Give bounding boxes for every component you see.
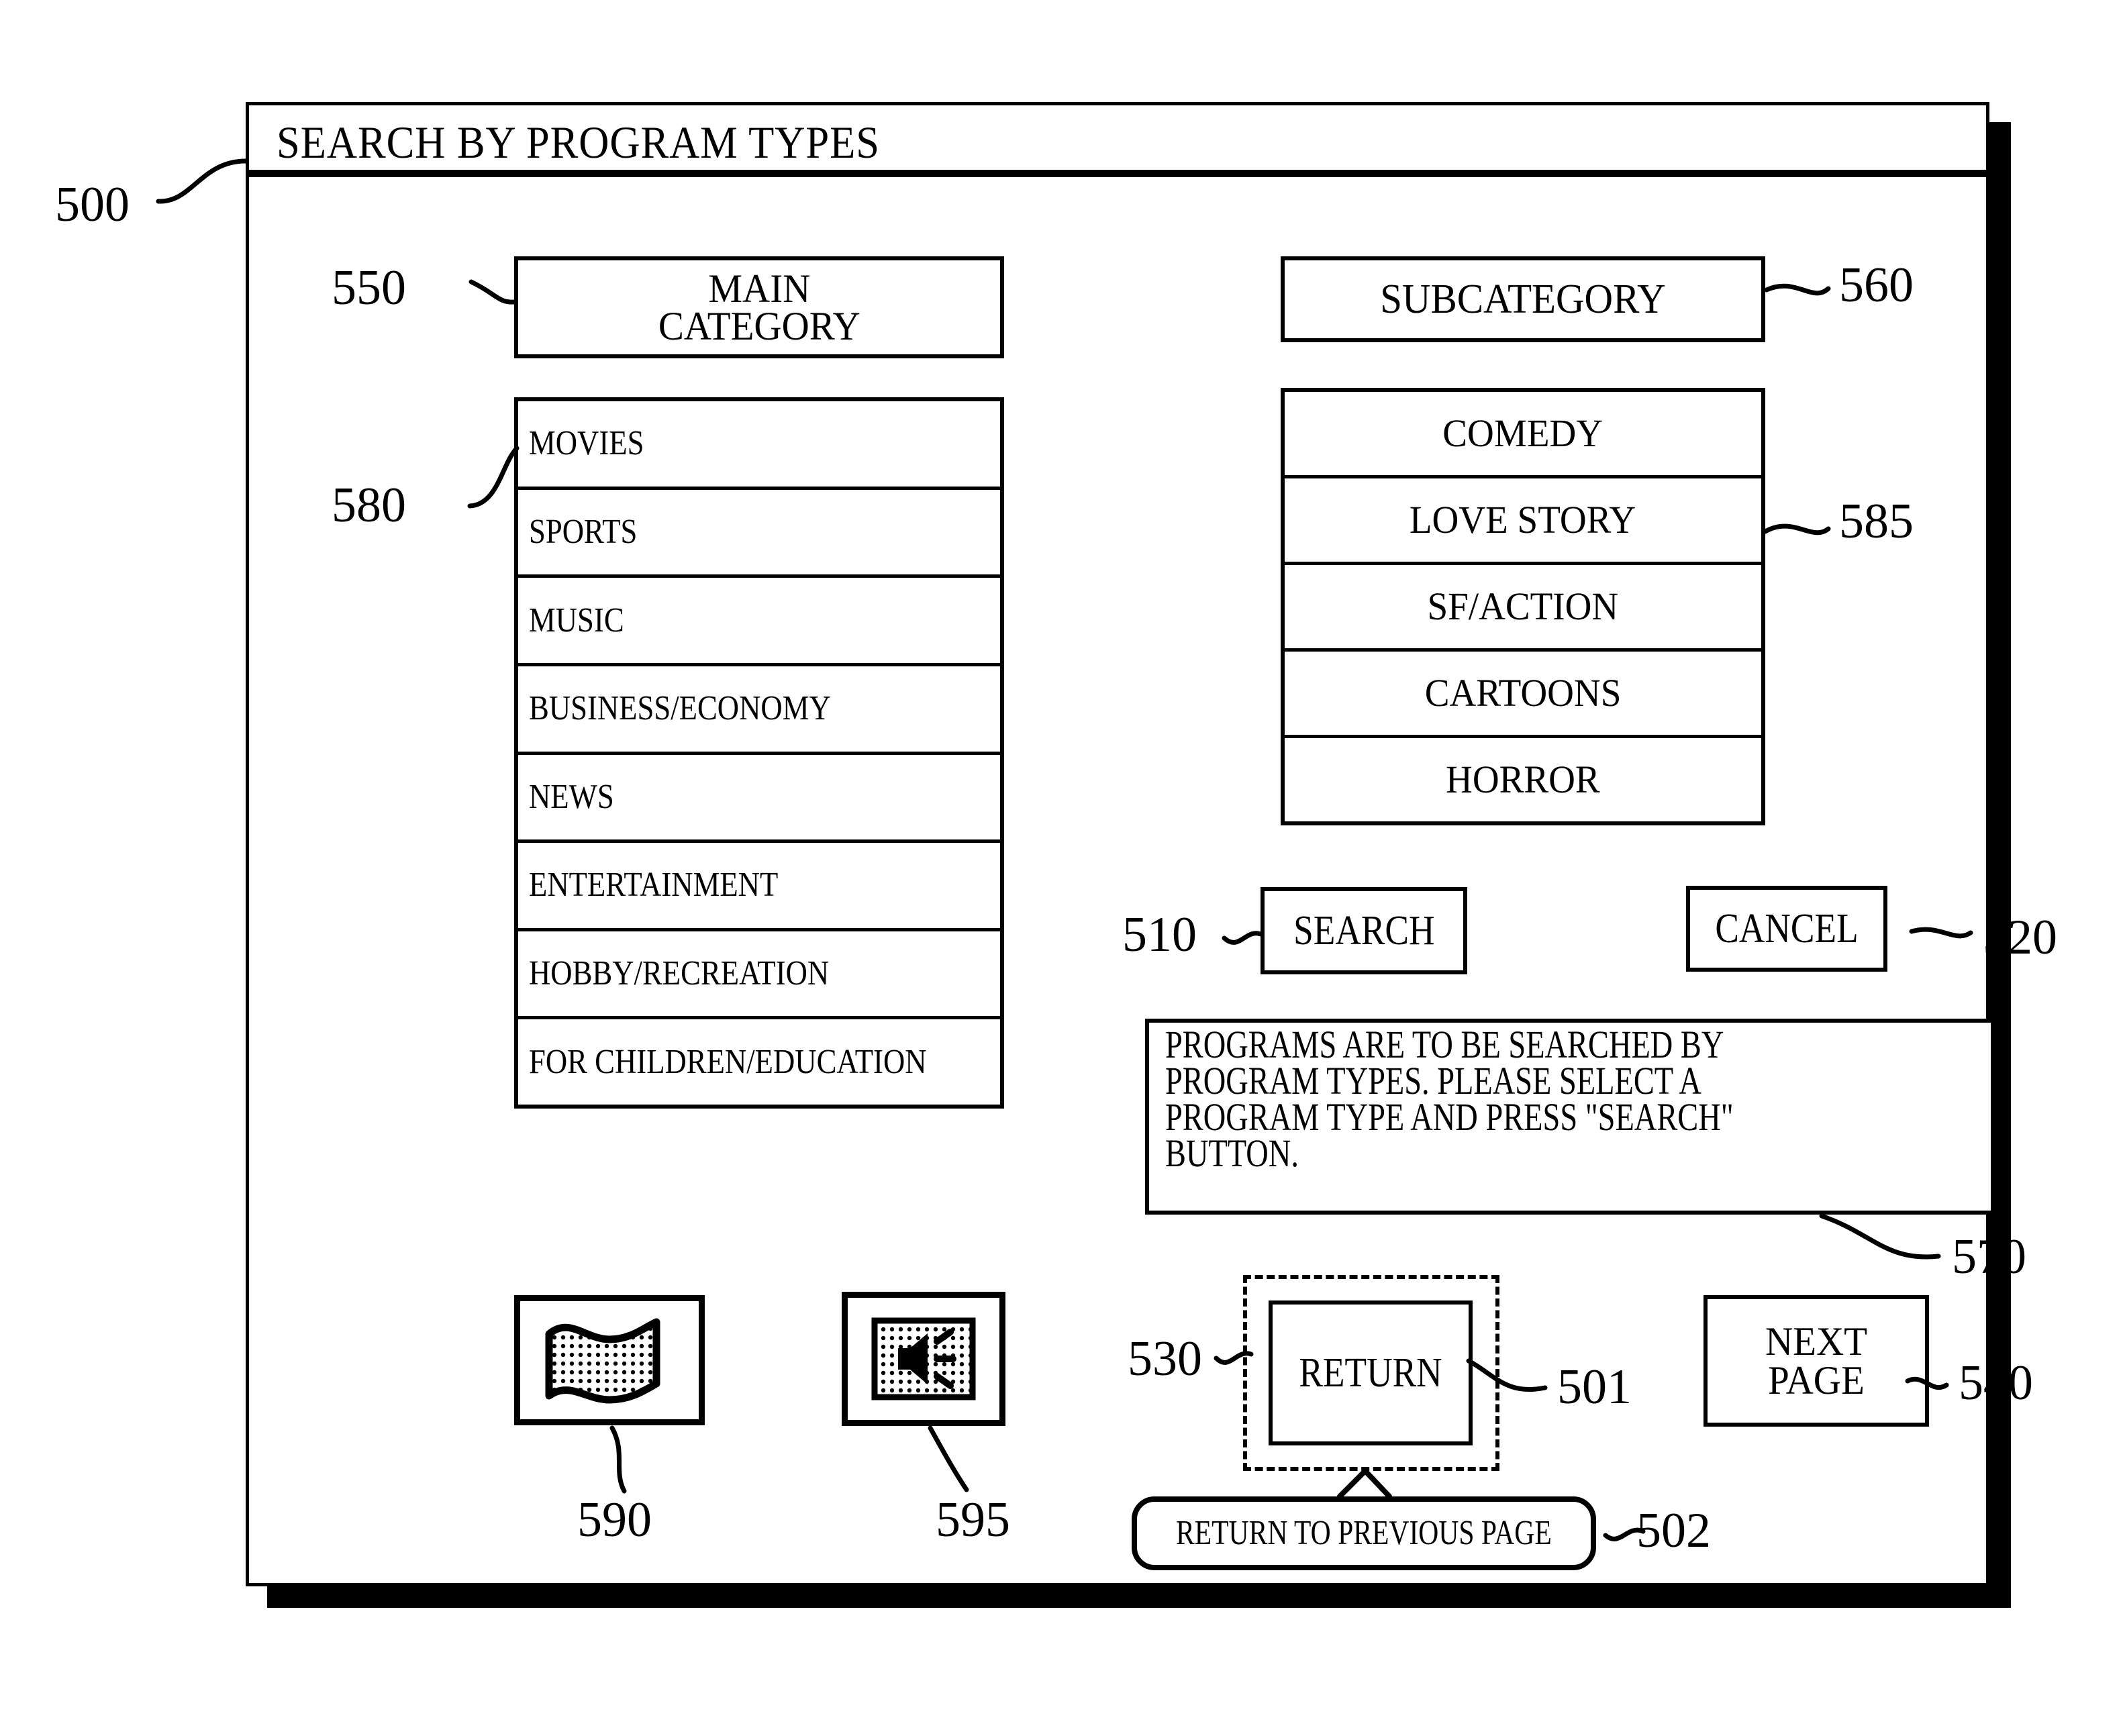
- ref-550: 550: [332, 260, 406, 315]
- page-title: SEARCH BY PROGRAM TYPES: [277, 117, 880, 168]
- main-category-item-label: HOBBY/RECREATION: [529, 954, 830, 993]
- flag-icon: [545, 1318, 660, 1404]
- return-button[interactable]: RETURN: [1269, 1300, 1473, 1445]
- subcategory-item-label: CARTOONS: [1424, 671, 1622, 715]
- main-category-header-line2: CATEGORY: [658, 304, 860, 348]
- main-category-item-movies[interactable]: MOVIES: [518, 401, 1000, 490]
- main-category-item-entertainment[interactable]: ENTERTAINMENT: [518, 843, 1000, 931]
- main-category-item-sports[interactable]: SPORTS: [518, 490, 1000, 578]
- subcategory-item-cartoons[interactable]: CARTOONS: [1285, 652, 1761, 738]
- subcategory-item-love-story[interactable]: LOVE STORY: [1285, 478, 1761, 565]
- ref-590: 590: [577, 1492, 652, 1547]
- subcategory-item-sf-action[interactable]: SF/ACTION: [1285, 565, 1761, 652]
- tooltip-balloon: RETURN TO PREVIOUS PAGE: [1132, 1496, 1596, 1570]
- ref-560: 560: [1839, 258, 1914, 313]
- speaker-icon: [871, 1317, 976, 1400]
- main-category-header-label: MAIN CATEGORY: [658, 266, 860, 348]
- search-button-label: SEARCH: [1293, 908, 1435, 954]
- return-button-label: RETURN: [1299, 1350, 1442, 1396]
- subcategory-item-horror[interactable]: HORROR: [1285, 738, 1761, 821]
- main-category-item-label: ENTERTAINMENT: [529, 866, 779, 905]
- main-category-item-hobby-recreation[interactable]: HOBBY/RECREATION: [518, 931, 1000, 1020]
- main-category-item-news[interactable]: NEWS: [518, 755, 1000, 844]
- subcategory-header-label: SUBCATEGORY: [1380, 276, 1666, 322]
- ref-500: 500: [55, 177, 130, 232]
- main-category-item-label: MOVIES: [529, 424, 644, 463]
- main-category-header-line1: MAIN: [707, 266, 810, 311]
- subcategory-header: SUBCATEGORY: [1281, 256, 1765, 342]
- subcategory-item-comedy[interactable]: COMEDY: [1285, 392, 1761, 478]
- main-category-list[interactable]: MOVIES SPORTS MUSIC BUSINESS/ECONOMY NEW…: [514, 397, 1004, 1109]
- next-page-line1: NEXT: [1765, 1319, 1867, 1364]
- subcategory-list[interactable]: COMEDY LOVE STORY SF/ACTION CARTOONS HOR…: [1281, 388, 1765, 825]
- subcategory-item-label: COMEDY: [1442, 411, 1603, 455]
- subcategory-item-label: SF/ACTION: [1427, 584, 1619, 628]
- tooltip-text: RETURN TO PREVIOUS PAGE: [1176, 1514, 1552, 1552]
- ref-530: 530: [1128, 1331, 1202, 1386]
- main-category-item-label: MUSIC: [529, 601, 624, 640]
- search-button[interactable]: SEARCH: [1261, 887, 1467, 974]
- next-page-button[interactable]: NEXT PAGE: [1704, 1295, 1929, 1427]
- ref-520: 520: [1983, 910, 2057, 965]
- ref-595: 595: [936, 1492, 1010, 1547]
- message-box: PROGRAMS ARE TO BE SEARCHED BY PROGRAM T…: [1145, 1019, 1995, 1215]
- main-category-item-label: SPORTS: [529, 512, 638, 551]
- main-category-item-label: FOR CHILDREN/EDUCATION: [529, 1042, 927, 1081]
- main-category-header: MAIN CATEGORY: [514, 256, 1004, 358]
- ref-540: 540: [1959, 1356, 2033, 1411]
- message-text: PROGRAMS ARE TO BE SEARCHED BY PROGRAM T…: [1165, 1023, 1734, 1175]
- main-category-item-music[interactable]: MUSIC: [518, 578, 1000, 666]
- subcategory-item-label: HORROR: [1446, 758, 1600, 801]
- next-page-button-label: NEXT PAGE: [1765, 1319, 1867, 1402]
- ref-502: 502: [1636, 1503, 1711, 1558]
- ref-585: 585: [1839, 494, 1914, 549]
- main-category-item-label: BUSINESS/ECONOMY: [529, 689, 831, 728]
- main-category-item-for-children-education[interactable]: FOR CHILDREN/EDUCATION: [518, 1019, 1000, 1105]
- flag-icon-tile[interactable]: [514, 1295, 705, 1425]
- main-category-item-business-economy[interactable]: BUSINESS/ECONOMY: [518, 666, 1000, 755]
- window-shadow-bottom: [267, 1586, 2011, 1608]
- ref-580: 580: [332, 478, 406, 533]
- ref-510: 510: [1122, 907, 1197, 962]
- main-category-item-label: NEWS: [529, 777, 614, 816]
- next-page-line2: PAGE: [1768, 1358, 1865, 1402]
- cancel-button-label: CANCEL: [1715, 906, 1859, 952]
- ref-501: 501: [1557, 1360, 1632, 1415]
- speaker-icon-tile[interactable]: [842, 1292, 1005, 1426]
- ref-570: 570: [1952, 1229, 2026, 1284]
- cancel-button[interactable]: CANCEL: [1686, 886, 1887, 972]
- subcategory-item-label: LOVE STORY: [1410, 498, 1636, 542]
